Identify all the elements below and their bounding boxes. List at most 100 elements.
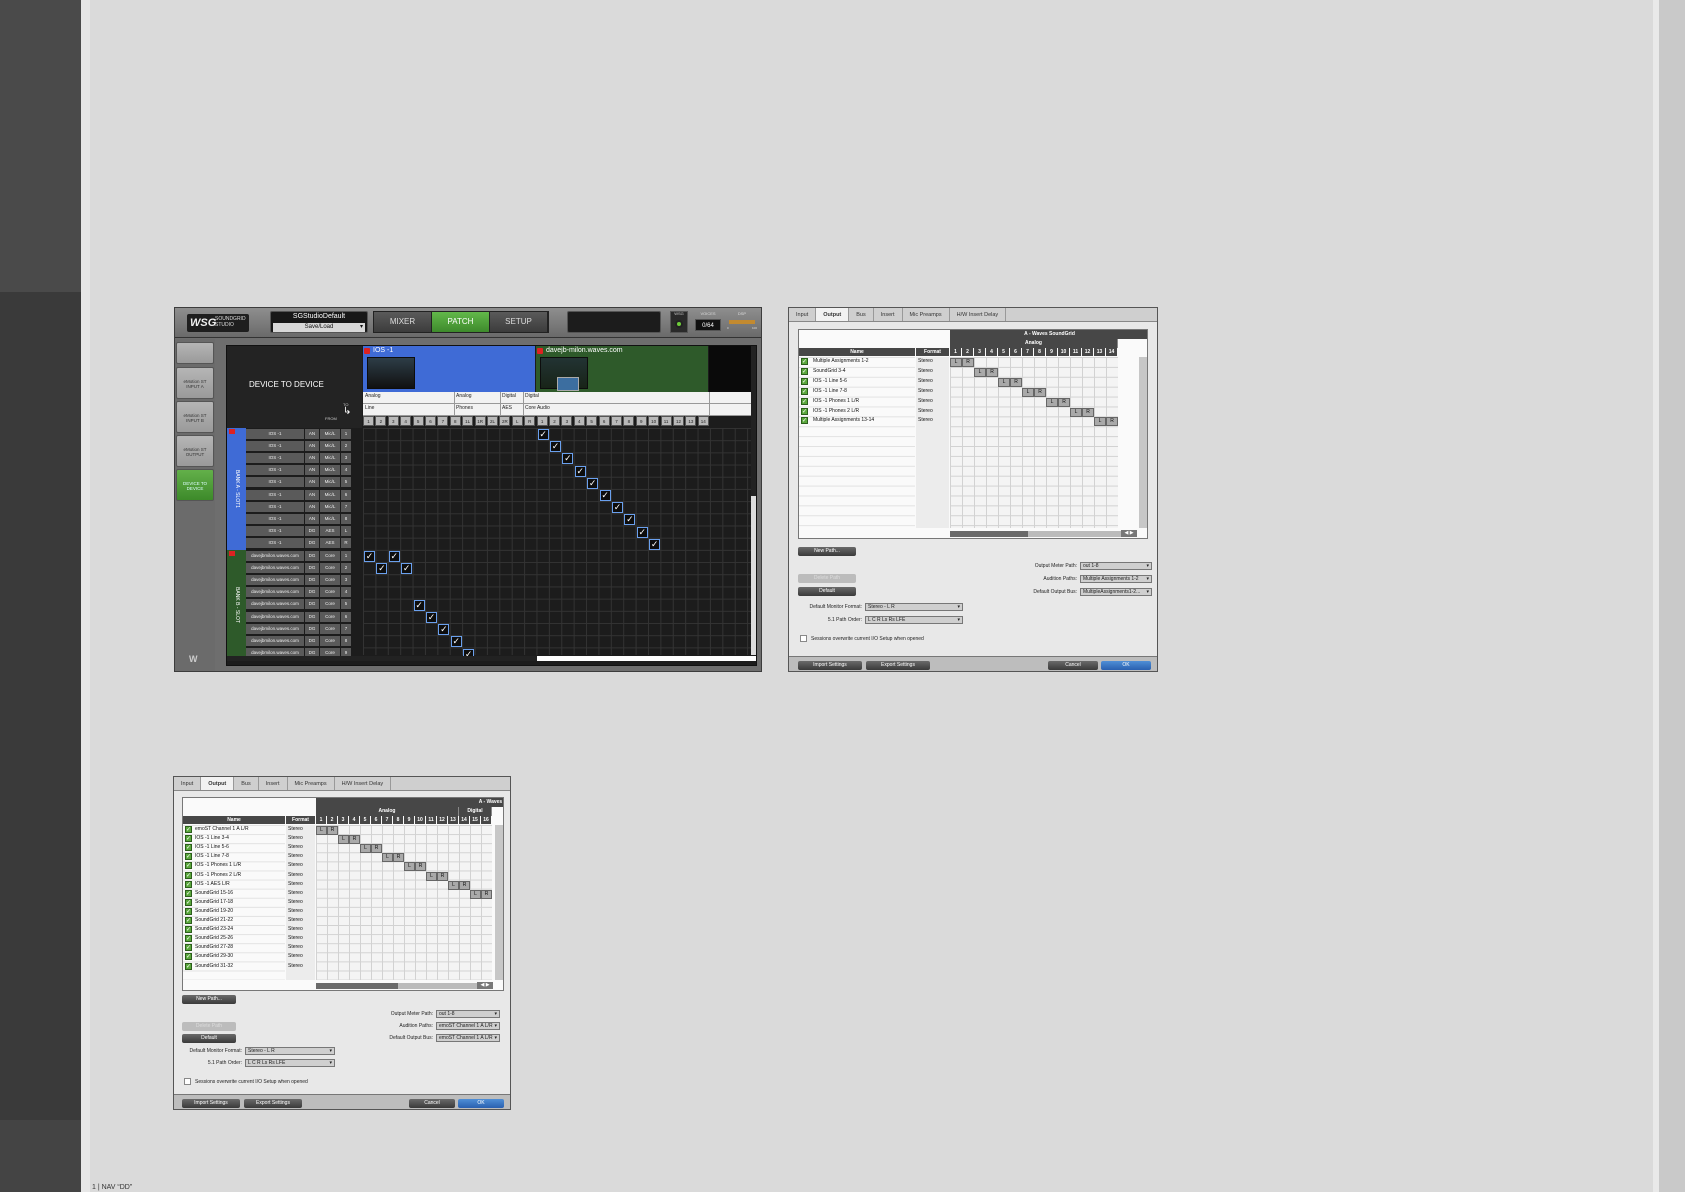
patch-checkmark-icon[interactable]: ✓ (426, 612, 437, 623)
channel-assignment-left[interactable]: L (316, 826, 327, 835)
io-path-row[interactable]: ✓ SoundGrid 19-20 Stereo (183, 907, 316, 916)
channel-assignment-left[interactable]: L (1094, 417, 1106, 427)
path-enable-checkbox[interactable]: ✓ (801, 367, 808, 375)
channel-assignment-left[interactable]: L (1022, 387, 1034, 397)
sessions-overwrite-checkbox[interactable] (184, 1078, 191, 1085)
path-enable-checkbox[interactable]: ✓ (185, 898, 192, 906)
patch-checkmark-icon[interactable]: ✓ (537, 429, 549, 440)
io-tab-mic-preamps[interactable]: Mic Preamps (288, 777, 335, 790)
path-enable-checkbox[interactable]: ✓ (185, 835, 192, 843)
default-output-bus-select[interactable]: emoST Channel 1 A L/R (436, 1034, 500, 1042)
default-output-bus-select[interactable]: MultipleAssignments1-2... (1080, 588, 1152, 596)
path-enable-checkbox[interactable]: ✓ (185, 871, 192, 879)
io-path-row[interactable]: ✓ SoundGrid 27-28 Stereo (183, 943, 316, 952)
io-path-row[interactable]: ✓ SoundGrid 21-22 Stereo (183, 916, 316, 925)
path-enable-checkbox[interactable]: ✓ (801, 358, 808, 365)
patch-checkmark-icon[interactable]: ✓ (562, 453, 574, 465)
patch-checkmark-icon[interactable]: ✓ (438, 624, 450, 636)
io-tab-h-w-insert-delay[interactable]: H/W Insert Delay (335, 777, 392, 790)
sidebar-item-0[interactable]: eMotion ST INPUT A (176, 367, 214, 399)
io-path-row[interactable]: ✓ SoundGrid 31-32 Stereo (183, 962, 316, 971)
patch-checkmark-icon[interactable]: ✓ (612, 502, 623, 514)
monitor-format-select[interactable]: Stereo - L R (245, 1047, 335, 1055)
output-meter-path-select[interactable]: out 1-8 (436, 1010, 500, 1018)
io-path-row[interactable]: ✓ IOS -1 AES L/R Stereo (183, 880, 316, 889)
path-enable-checkbox[interactable]: ✓ (801, 387, 808, 395)
channel-assignment-right[interactable]: R (415, 862, 426, 872)
cancel-button[interactable]: Cancel (409, 1099, 455, 1108)
path-enable-checkbox[interactable]: ✓ (185, 889, 192, 897)
channel-assignment-left[interactable]: L (338, 835, 349, 845)
path-enable-checkbox[interactable]: ✓ (185, 853, 192, 861)
patch-checkmark-icon[interactable]: ✓ (388, 551, 400, 562)
io-path-row[interactable]: ✓ IOS -1 Line 5-6 Stereo (799, 377, 950, 386)
path-enable-checkbox[interactable]: ✓ (801, 417, 808, 425)
channel-assignment-left[interactable]: L (404, 862, 415, 872)
path-order-select[interactable]: L C R Ls Rs LFE (245, 1059, 335, 1067)
io-path-row[interactable]: ✓ IOS -1 Phones 1 L/R Stereo (799, 397, 950, 406)
remove-bank-icon[interactable] (229, 551, 235, 556)
path-enable-checkbox[interactable]: ✓ (185, 917, 192, 924)
scroll-arrows-icon[interactable]: ◀ ▶ (1121, 530, 1137, 537)
path-enable-checkbox[interactable]: ✓ (185, 907, 192, 915)
io-vscroll[interactable] (495, 825, 503, 980)
path-enable-checkbox[interactable]: ✓ (185, 926, 192, 934)
channel-assignment-right[interactable]: R (1082, 407, 1094, 417)
io-path-row[interactable]: ✓ IOS -1 Line 7-8 Stereo (799, 387, 950, 396)
io-hscroll-thumb[interactable] (316, 983, 398, 989)
io-tab-input[interactable]: Input (789, 308, 817, 321)
io-hscroll-thumb[interactable] (950, 531, 1028, 537)
patch-checkmark-icon[interactable]: ✓ (636, 526, 648, 538)
sidebar-item-1[interactable]: eMotion ST INPUT B (176, 401, 214, 433)
path-enable-checkbox[interactable]: ✓ (185, 962, 192, 970)
output-meter-path-select[interactable]: out 1-8 (1080, 562, 1152, 570)
channel-assignment-right[interactable]: R (393, 853, 404, 863)
ok-button[interactable]: OK (1101, 661, 1151, 670)
path-enable-checkbox[interactable]: ✓ (801, 377, 808, 385)
device-ios-1[interactable]: IOS -1 (363, 346, 535, 392)
sidebar-item-2[interactable]: eMotion ST OUTPUT (176, 435, 214, 467)
path-enable-checkbox[interactable]: ✓ (801, 407, 808, 415)
io-path-row[interactable]: ✓ SoundGrid 15-16 Stereo (183, 889, 316, 898)
io-path-row[interactable]: ✓ SoundGrid 3-4 Stereo (799, 367, 950, 376)
channel-assignment-right[interactable]: R (1010, 377, 1022, 387)
patch-checkmark-icon[interactable]: ✓ (376, 563, 388, 575)
patch-checkmark-icon[interactable]: ✓ (649, 538, 661, 550)
path-enable-checkbox[interactable]: ✓ (801, 397, 808, 405)
new-path-button[interactable]: New Path... (182, 995, 236, 1004)
remove-bank-icon[interactable] (229, 429, 235, 434)
io-tab-mic-preamps[interactable]: Mic Preamps (903, 308, 950, 321)
sidebar-blank-button[interactable] (176, 342, 214, 364)
export-settings-button[interactable]: Export Settings (244, 1099, 302, 1108)
new-path-button[interactable]: New Path... (798, 547, 856, 556)
sidebar-item-3[interactable]: DEVICE TO DEVICE (176, 469, 214, 501)
default-button[interactable]: Default (182, 1034, 236, 1043)
io-path-row[interactable]: ✓ Multiple Assignments 13-14 Stereo (799, 416, 950, 425)
io-path-row[interactable]: ✓ SoundGrid 17-18 Stereo (183, 898, 316, 907)
patch-checkmark-icon[interactable]: ✓ (624, 514, 636, 526)
import-settings-button[interactable]: Import Settings (182, 1099, 240, 1108)
save-load-dropdown[interactable]: Save/Load (273, 323, 365, 332)
channel-assignment-right[interactable]: R (986, 367, 998, 377)
default-button[interactable]: Default (798, 587, 856, 596)
io-path-row[interactable]: ✓ SoundGrid 29-30 Stereo (183, 952, 316, 961)
channel-assignment-left[interactable]: L (360, 844, 371, 854)
import-settings-button[interactable]: Import Settings (798, 661, 862, 670)
patch-checkmark-icon[interactable]: ✓ (550, 441, 561, 453)
patch-checkmark-icon[interactable]: ✓ (574, 465, 586, 477)
path-enable-checkbox[interactable]: ✓ (185, 880, 192, 888)
channel-assignment-left[interactable]: L (950, 358, 962, 367)
channel-assignment-left[interactable]: L (470, 889, 481, 899)
io-tab-insert[interactable]: Insert (874, 308, 903, 321)
vertical-scrollbar[interactable] (751, 346, 756, 655)
channel-assignment-right[interactable]: R (962, 358, 974, 367)
patch-checkmark-icon[interactable]: ✓ (599, 490, 611, 501)
io-tab-bus[interactable]: Bus (849, 308, 874, 321)
audition-paths-select[interactable]: emoST Channel 1 A L/R (436, 1022, 500, 1030)
channel-assignment-left[interactable]: L (974, 367, 986, 377)
io-tab-bus[interactable]: Bus (234, 777, 259, 790)
path-enable-checkbox[interactable]: ✓ (185, 826, 192, 833)
patch-checkmark-icon[interactable]: ✓ (401, 563, 413, 575)
patch-checkmark-icon[interactable]: ✓ (587, 477, 599, 489)
channel-assignment-right[interactable]: R (371, 844, 382, 854)
